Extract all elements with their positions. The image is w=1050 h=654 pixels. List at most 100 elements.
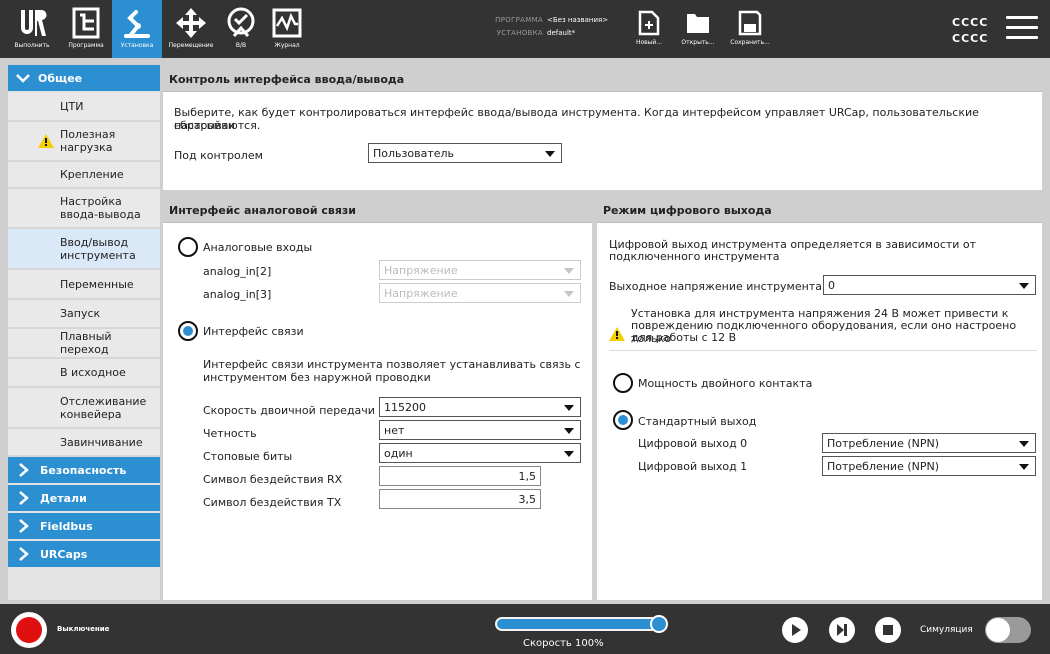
log-icon xyxy=(272,8,302,38)
sidebar-category-features[interactable]: Детали xyxy=(8,485,160,513)
sidebar-category-label: URCaps xyxy=(40,547,88,561)
tx-idle-label: Символ бездействия TX xyxy=(203,496,342,509)
stop-button[interactable] xyxy=(875,617,901,643)
baud-rate-label: Скорость двоичной передачи xyxy=(203,404,375,417)
nav-io-button[interactable]: В/В xyxy=(220,0,262,58)
step-button[interactable] xyxy=(829,617,855,643)
simulation-label: Симуляция xyxy=(920,625,973,635)
rx-idle-label: Символ бездействия RX xyxy=(203,473,343,486)
baud-rate-dropdown[interactable]: 115200 xyxy=(379,397,581,417)
warning-icon xyxy=(609,327,625,341)
sidebar-item-conveyor-tracking[interactable]: Отслеживание конвейера xyxy=(8,388,160,429)
open-button[interactable]: Открыть... xyxy=(680,0,716,58)
analog-in3-label: analog_in[3] xyxy=(203,288,272,301)
sidebar-item-label-line1: Настройка xyxy=(60,195,122,208)
new-file-icon xyxy=(638,10,660,36)
folder-icon xyxy=(687,14,709,33)
nav-program-button[interactable]: Программа xyxy=(60,0,112,58)
dropdown-arrow-icon xyxy=(1019,464,1029,470)
chevron-right-icon xyxy=(19,547,29,561)
new-button[interactable]: Новый... xyxy=(634,0,664,58)
nav-run-button[interactable]: Выполнить xyxy=(4,0,60,58)
program-name: <Без названия> xyxy=(547,16,609,24)
comm-interface-radio[interactable] xyxy=(178,321,198,341)
dual-pin-power-radio[interactable] xyxy=(613,373,633,393)
controlled-by-value: Пользователь xyxy=(373,146,455,160)
sidebar-item-variables[interactable]: Переменные xyxy=(8,270,160,300)
parity-dropdown[interactable]: нет xyxy=(379,420,581,440)
sidebar-category-general[interactable]: Общее xyxy=(8,65,160,93)
power-status-label: Выключение xyxy=(57,625,110,633)
chevron-right-icon xyxy=(19,463,29,477)
digital-out0-label: Цифровой выход 0 xyxy=(638,437,748,450)
sidebar-item-label-line1: Отслеживание xyxy=(60,394,147,408)
sidebar-item-payload[interactable]: Полезная нагрузка xyxy=(8,122,160,162)
sidebar-item-tcp[interactable]: ЦТИ xyxy=(8,93,160,122)
nav-move-button[interactable]: Перемещение xyxy=(162,0,220,58)
user-info: CCCC CCCC xyxy=(952,15,988,47)
nav-installation-button[interactable]: Установка xyxy=(112,0,162,58)
sidebar-item-label: В исходное xyxy=(60,366,126,379)
sidebar-item-smooth-transition[interactable]: Плавный переход xyxy=(8,329,160,359)
analog-communication-panel: Интерфейс аналоговой связи Аналоговые вх… xyxy=(163,199,592,600)
sidebar-item-label-line1: Ввод/вывод xyxy=(60,235,129,249)
speed-slider[interactable] xyxy=(495,617,659,631)
move-icon xyxy=(176,8,206,38)
dropdown-arrow-icon xyxy=(564,428,574,434)
analog-inputs-radio[interactable] xyxy=(178,237,198,257)
controlled-by-dropdown[interactable]: Пользователь xyxy=(368,143,562,163)
open-label: Открыть... xyxy=(681,39,715,46)
step-icon xyxy=(837,624,847,636)
digital-output-panel: Режим цифрового выхода Цифровой выход ин… xyxy=(597,199,1042,600)
chevron-right-icon xyxy=(19,491,29,505)
tool-voltage-dropdown[interactable]: 0 xyxy=(823,275,1036,295)
chevron-right-icon xyxy=(19,519,29,533)
sidebar-item-home[interactable]: В исходное xyxy=(8,359,160,388)
top-bar: Выполнить Программа Установка Перемещени… xyxy=(0,0,1050,58)
sidebar-category-fieldbus[interactable]: Fieldbus xyxy=(8,513,160,541)
power-button[interactable] xyxy=(11,612,47,648)
panel-title: Интерфейс аналоговой связи xyxy=(163,199,592,223)
standard-output-radio[interactable] xyxy=(613,410,633,430)
stop-bits-dropdown[interactable]: один xyxy=(379,443,581,463)
sidebar-item-io-setup[interactable]: Настройка ввода-вывода xyxy=(8,189,160,229)
tx-idle-input[interactable]: 3,5 xyxy=(379,489,541,509)
nav-log-button[interactable]: Журнал xyxy=(262,0,312,58)
speed-slider-handle[interactable] xyxy=(650,615,668,633)
rx-idle-input[interactable]: 1,5 xyxy=(379,466,541,486)
digital-out1-dropdown[interactable]: Потребление (NPN) xyxy=(822,456,1036,476)
nav-io-label: В/В xyxy=(235,42,247,49)
warning-icon xyxy=(38,134,54,148)
sidebar-item-tool-io[interactable]: Ввод/вывод инструмента xyxy=(8,229,160,270)
stop-icon xyxy=(883,625,893,635)
save-label: Сохранить... xyxy=(730,39,770,46)
sidebar-item-label-line2: нагрузка xyxy=(60,141,113,154)
sidebar-item-startup[interactable]: Запуск xyxy=(8,300,160,329)
sidebar-category-safety[interactable]: Безопасность xyxy=(8,457,160,485)
sidebar-item-label-line1: Полезная xyxy=(60,128,116,141)
play-icon xyxy=(792,624,801,636)
save-button[interactable]: Сохранить... xyxy=(720,0,780,58)
control-description-line1: Выберите, как будет контролироваться инт… xyxy=(174,106,979,132)
menu-icon[interactable] xyxy=(1006,16,1038,40)
nav-run-label: Выполнить xyxy=(14,42,50,49)
sidebar-category-urcaps[interactable]: URCaps xyxy=(8,541,160,569)
dropdown-arrow-icon xyxy=(564,268,574,274)
nav-move-label: Перемещение xyxy=(168,42,214,49)
analog-in2-dropdown[interactable]: Напряжение xyxy=(379,260,581,280)
installation-name: default* xyxy=(547,29,576,37)
io-icon xyxy=(227,7,255,37)
play-button[interactable] xyxy=(782,617,808,643)
sidebar-item-label: Крепление xyxy=(60,168,124,181)
sidebar-item-mounting[interactable]: Крепление xyxy=(8,162,160,189)
digital-out0-value: Потребление (NPN) xyxy=(827,436,940,450)
simulation-toggle[interactable] xyxy=(985,617,1031,643)
divider xyxy=(609,350,1037,351)
digital-out0-dropdown[interactable]: Потребление (NPN) xyxy=(822,433,1036,453)
sidebar-item-label: Переменные xyxy=(60,277,134,291)
analog-in3-dropdown[interactable]: Напряжение xyxy=(379,283,581,303)
dropdown-arrow-icon xyxy=(545,151,555,157)
tool-voltage-label: Выходное напряжение инструмента xyxy=(609,280,822,293)
baud-rate-value: 115200 xyxy=(384,400,426,414)
sidebar-item-screwdriving[interactable]: Завинчивание xyxy=(8,429,160,457)
